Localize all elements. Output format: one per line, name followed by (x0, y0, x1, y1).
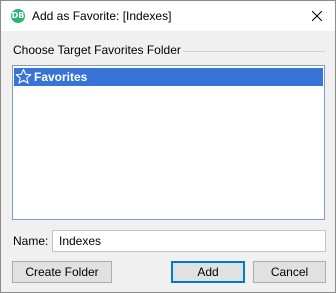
close-button[interactable] (299, 1, 335, 31)
group-label: Choose Target Favorites Folder (13, 43, 181, 57)
tree-item-label: Favorites (34, 70, 88, 84)
close-icon (312, 11, 322, 21)
title-bar[interactable]: DB Add as Favorite: [Indexes] (1, 1, 335, 31)
favorites-folder-tree[interactable]: Favorites (12, 65, 325, 220)
add-button[interactable]: Add (171, 261, 245, 283)
dialog-window: DB Add as Favorite: [Indexes] Choose Tar… (0, 0, 336, 293)
group-divider (183, 51, 325, 52)
cancel-button[interactable]: Cancel (253, 261, 326, 283)
star-icon (15, 68, 32, 84)
window-title: Add as Favorite: [Indexes] (32, 9, 172, 23)
name-label: Name: (13, 234, 49, 248)
create-folder-button[interactable]: Create Folder (12, 261, 112, 283)
name-input[interactable] (52, 230, 326, 252)
app-logo-icon: DB (11, 9, 25, 23)
tree-item-favorites[interactable]: Favorites (14, 68, 323, 86)
